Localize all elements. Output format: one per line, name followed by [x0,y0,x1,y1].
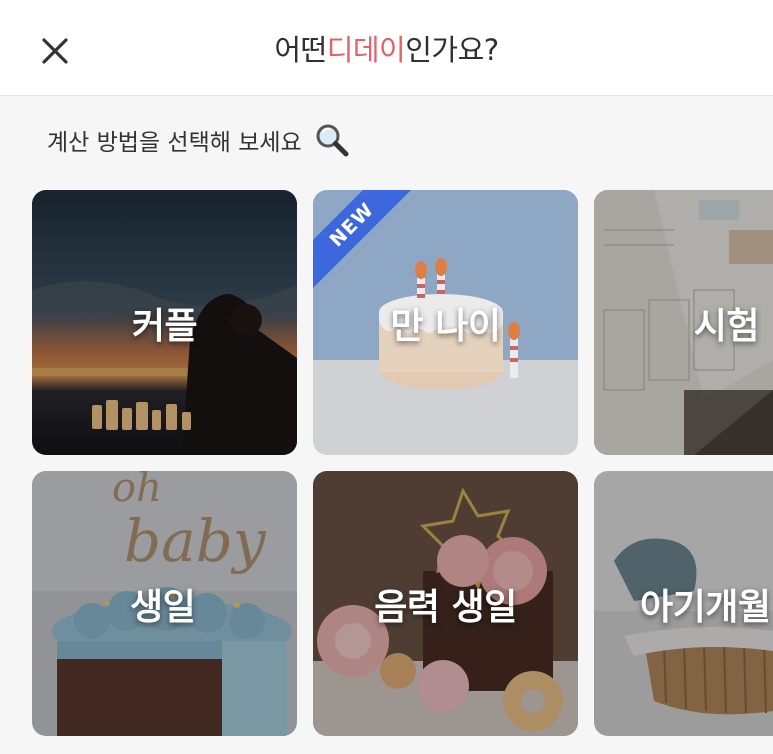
card-birthday[interactable]: baby oh 생일 [32,471,297,736]
card-label: 아기개월 [640,586,771,628]
card-label: 시험 [693,305,760,347]
category-grid: 커플 NEW 만 나이 시험 baby oh 생일 음력 생일 아기개월 [0,0,773,754]
card-exam[interactable]: 시험 [594,190,773,455]
card-couple[interactable]: 커플 [32,190,297,455]
card-lunar-birthday[interactable]: 음력 생일 [313,471,578,736]
card-baby-months[interactable]: 아기개월 [594,471,773,736]
card-label: 음력 생일 [374,586,517,628]
card-age[interactable]: NEW 만 나이 [313,190,578,455]
card-label: 커플 [131,305,198,347]
card-label: 만 나이 [390,305,501,347]
card-label: 생일 [130,586,196,628]
